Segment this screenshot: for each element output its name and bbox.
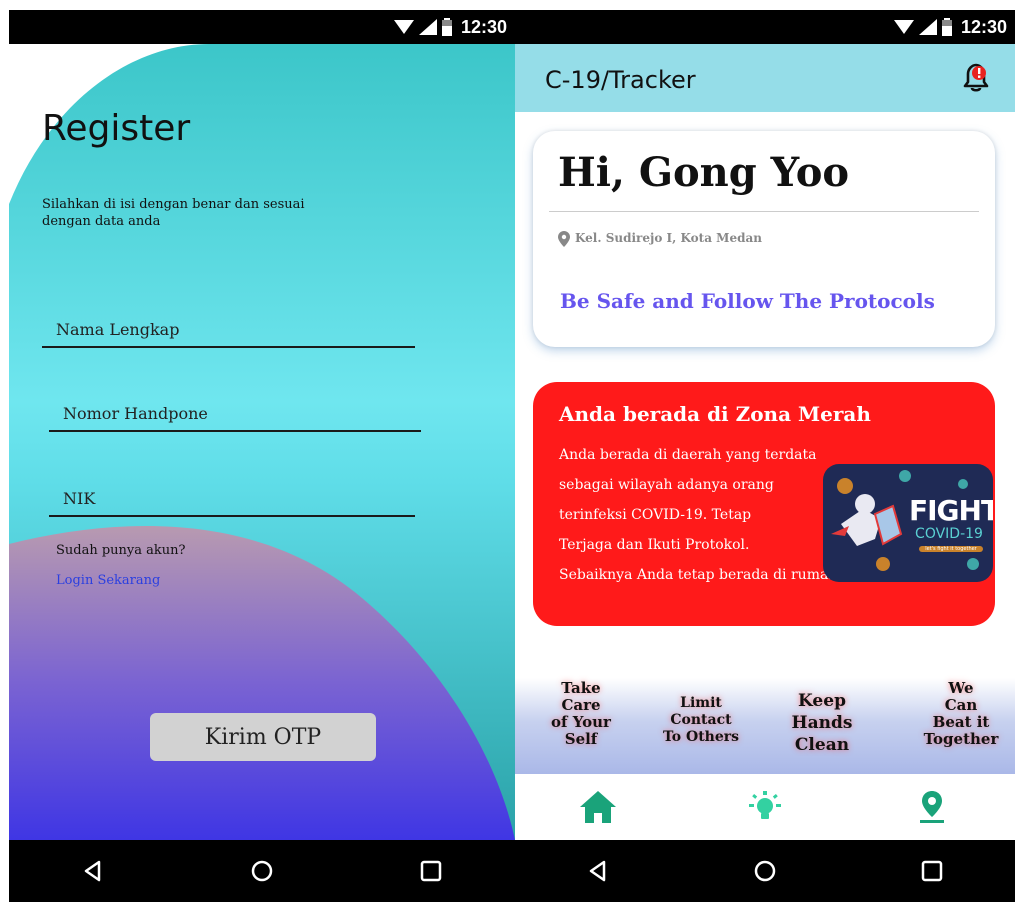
tip-line: Keep [798, 691, 846, 711]
tip-limit-contact: Limit Contact To Others [651, 695, 751, 746]
location-text: Kel. Sudirejo I, Kota Medan [575, 231, 762, 245]
tip-self-care: Take Care of Your Self [541, 680, 621, 748]
home-icon [580, 791, 617, 823]
fight-covid-image: FIGHT COVID-19 let's fight it together [823, 464, 993, 582]
tip-line: Take [561, 679, 601, 697]
tip-line: We [948, 679, 974, 697]
nik-field[interactable]: NIK [49, 483, 415, 517]
tip-line: Limit [680, 695, 722, 711]
signal-icon [418, 19, 437, 35]
back-button[interactable] [63, 846, 123, 896]
system-nav-bar [515, 840, 1015, 902]
circle-home-icon [754, 860, 776, 882]
bottom-navigation [515, 774, 1015, 840]
tagline-text: let's fight it together [919, 546, 983, 552]
tips-strip: Take Care of Your Self Limit Contact To … [515, 678, 1015, 774]
location-pin-icon [919, 791, 944, 823]
recents-button[interactable] [902, 846, 962, 896]
tip-line: Self [564, 730, 598, 748]
tip-line: To Others [662, 729, 740, 745]
red-zone-card[interactable]: Anda berada di Zona Merah Anda berada di… [533, 382, 995, 626]
location-pin-icon [558, 231, 570, 247]
wifi-icon [393, 20, 414, 34]
square-recents-icon [420, 860, 441, 882]
name-field[interactable]: Nama Lengkap [42, 314, 415, 348]
status-time: 12:30 [960, 16, 1007, 37]
name-placeholder: Nama Lengkap [56, 320, 180, 339]
login-link[interactable]: Login Sekarang [56, 573, 160, 588]
greeting-card: Hi, Gong Yoo Kel. Sudirejo I, Kota Medan… [533, 131, 995, 347]
square-recents-icon [921, 860, 942, 882]
tip-line: Contact [670, 712, 732, 728]
tip-keep-clean: Keep Hands Clean [777, 690, 867, 756]
tracker-screen: 12:30 C-19/Tracker Hi, Gong Yoo Kel. Sud… [515, 10, 1015, 902]
tip-line: Care [561, 696, 601, 714]
have-account-label: Sudah punya akun? [56, 543, 186, 558]
recents-button[interactable] [401, 846, 461, 896]
status-time: 12:30 [460, 16, 507, 37]
home-button[interactable] [232, 846, 292, 896]
tip-beat-together: We Can Beat it Together [915, 680, 1007, 748]
back-icon [85, 860, 101, 882]
tip-line: of Your [551, 713, 611, 731]
tip-line: Together [923, 730, 999, 748]
tip-line: Hands [791, 713, 853, 733]
circle-home-icon [251, 860, 273, 882]
battery-icon [441, 18, 452, 36]
tip-line: Clean [794, 735, 850, 755]
nav-tips[interactable] [725, 782, 805, 832]
safety-message: Be Safe and Follow The Protocols [560, 289, 935, 313]
covid-text: COVID-19 [915, 526, 983, 542]
register-title: Register [42, 108, 191, 149]
phone-placeholder: Nomor Handpone [63, 404, 208, 423]
back-icon [590, 860, 606, 882]
lightbulb-icon [748, 791, 781, 819]
greeting-divider [549, 211, 979, 212]
fight-text: FIGHT [909, 494, 993, 527]
notification-bell-icon[interactable] [959, 60, 993, 94]
wifi-icon [893, 20, 914, 34]
nik-placeholder: NIK [63, 489, 96, 508]
app-title: C-19/Tracker [545, 66, 696, 94]
greeting-name: Hi, Gong Yoo [558, 149, 850, 196]
system-nav-bar [9, 840, 515, 902]
status-bar: 12:30 [9, 10, 515, 44]
home-button[interactable] [735, 846, 795, 896]
tip-line: Can [944, 696, 978, 714]
battery-icon [941, 18, 952, 36]
tip-line: Beat it [932, 713, 990, 731]
app-bar: C-19/Tracker [515, 44, 1015, 112]
register-subtitle: Silahkan di isi dengan benar dan sesuai … [42, 197, 305, 229]
signal-icon [918, 19, 937, 35]
nav-location[interactable] [892, 782, 972, 832]
status-bar: 12:30 [515, 10, 1015, 44]
back-button[interactable] [568, 846, 628, 896]
zone-title: Anda berada di Zona Merah [559, 402, 871, 426]
send-otp-button[interactable]: Kirim OTP [150, 713, 376, 761]
register-screen: 12:30 Register Silahkan di isi dengan be… [9, 10, 515, 902]
phone-field[interactable]: Nomor Handpone [49, 398, 421, 432]
nav-home[interactable] [558, 782, 638, 832]
